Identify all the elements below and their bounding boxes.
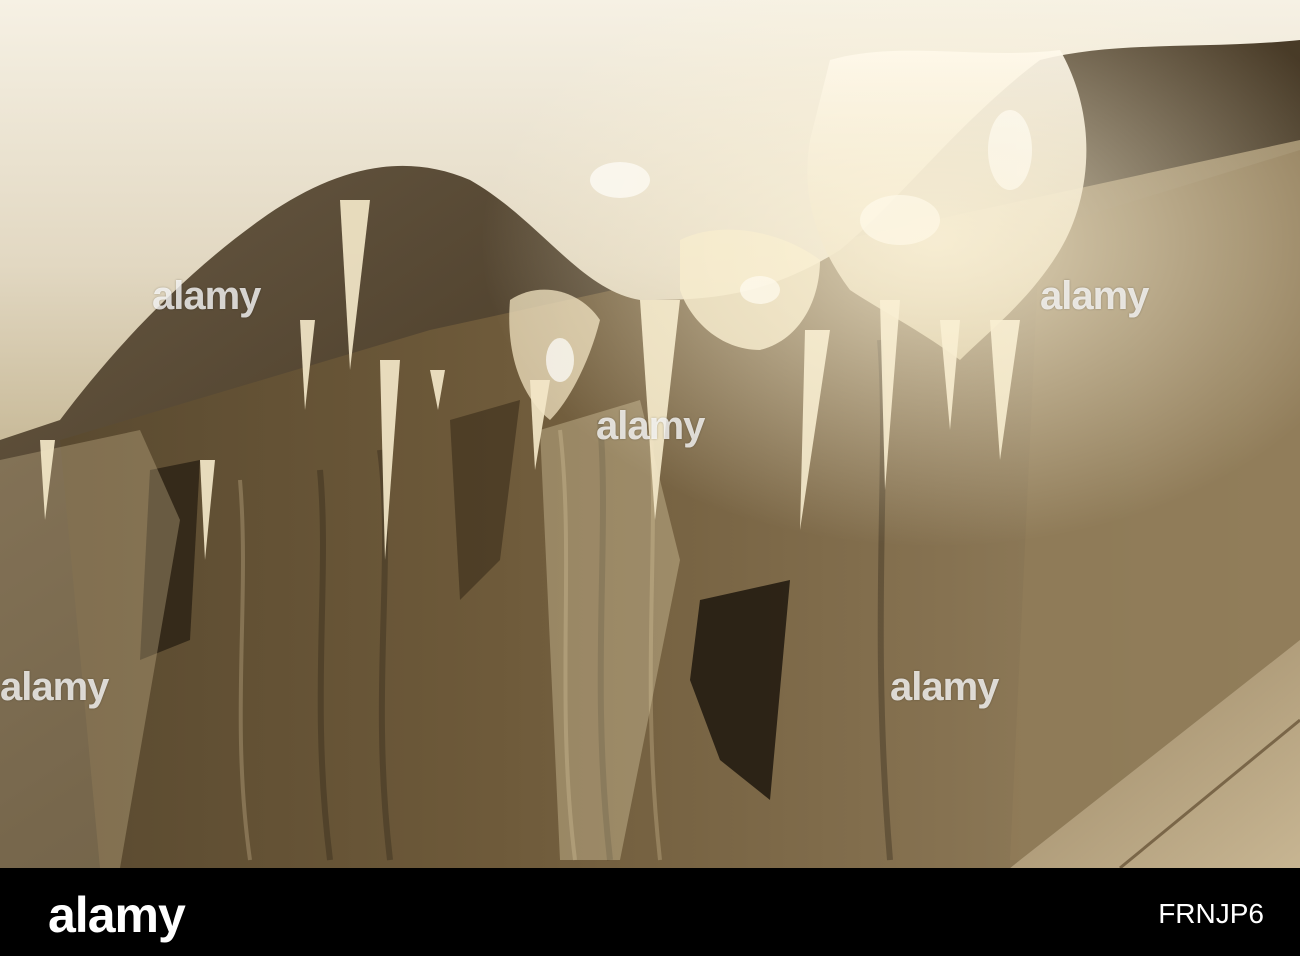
watermark-text: alamy [890,665,999,709]
watermark-text: alamy [1040,274,1149,318]
watermark-text: alamy [152,274,261,318]
watermark-text: alamy [596,404,705,448]
footer-bar: alamy FRNJP6 [0,868,1300,956]
image-id: FRNJP6 [1158,898,1264,929]
alamy-logo: alamy [48,887,186,943]
icicles-photo: alamy alamy alamy alamy alamy [0,0,1300,868]
watermark-text: alamy [0,665,109,709]
